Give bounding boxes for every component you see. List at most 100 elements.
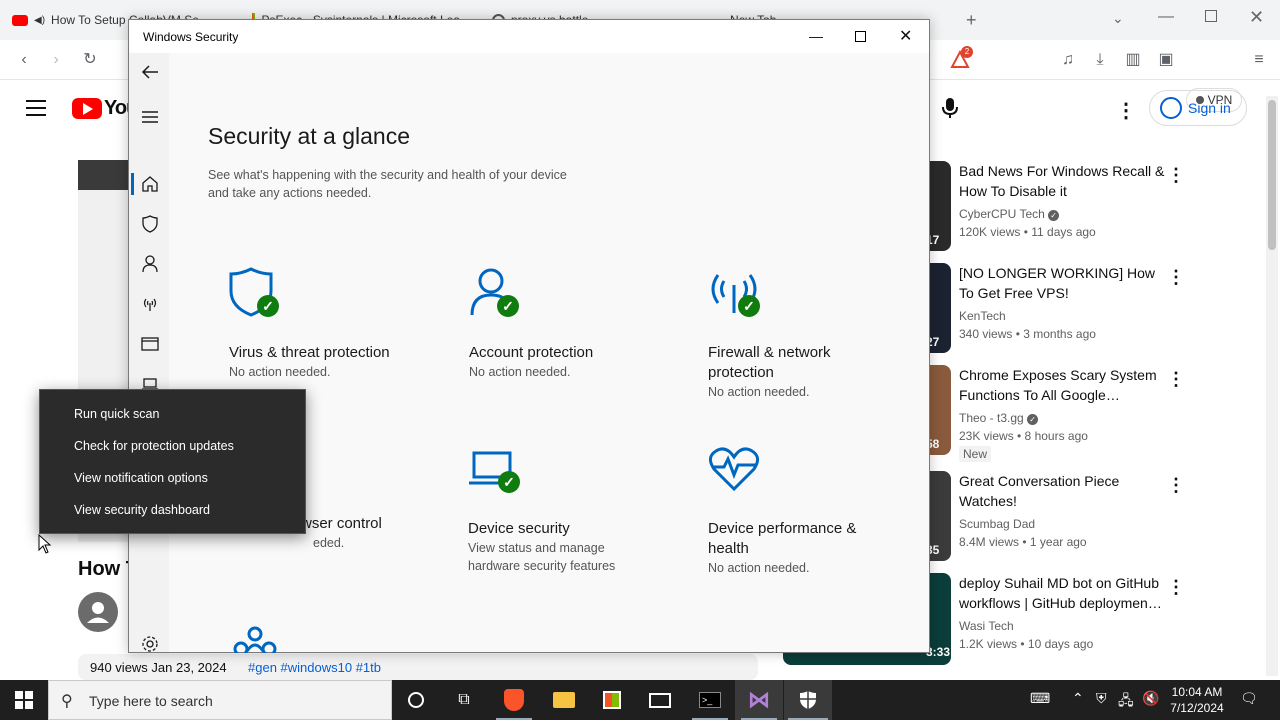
- microsoft-store-taskbar-button[interactable]: [588, 680, 636, 720]
- verified-icon: ✓: [1027, 414, 1039, 425]
- firewall-network-protection-tile[interactable]: ✓ Firewall & network protection No actio…: [708, 267, 938, 401]
- clock[interactable]: 10:04 AM 7/12/2024: [1166, 684, 1228, 716]
- security-tray-icon[interactable]: ⛨: [1096, 690, 1107, 707]
- menu-item-notification-options[interactable]: View notification options: [74, 471, 208, 485]
- network-icon[interactable]: 🖧: [1118, 690, 1134, 714]
- sign-in-label: Sign in: [1188, 100, 1231, 116]
- more-actions-icon[interactable]: ⋮: [1167, 475, 1185, 496]
- channel-name[interactable]: CyberCPU Tech ✓: [959, 207, 1060, 221]
- show-hidden-icons-chevron-icon[interactable]: ⌃: [1072, 690, 1084, 707]
- video-tags[interactable]: #gen #windows10 #1tb: [248, 660, 381, 675]
- tile-title: Virus & threat protection: [229, 344, 390, 361]
- terminal-taskbar-button[interactable]: >_: [686, 680, 734, 720]
- verified-icon: ✓: [1048, 210, 1060, 221]
- menu-item-security-dashboard[interactable]: View security dashboard: [74, 503, 210, 517]
- video-meta: 23K views • 8 hours ago: [959, 429, 1088, 443]
- wireless-antenna-icon[interactable]: [139, 293, 161, 315]
- back-arrow-icon[interactable]: [139, 61, 161, 83]
- more-actions-icon[interactable]: ⋮: [1167, 577, 1185, 598]
- more-actions-icon[interactable]: ⋮: [1167, 369, 1185, 390]
- youtube-settings-more-icon[interactable]: ⋮: [1116, 98, 1136, 123]
- channel-avatar[interactable]: [78, 592, 118, 632]
- keyboard-icon[interactable]: ⌨: [1030, 690, 1050, 707]
- maximize-button[interactable]: [855, 31, 866, 42]
- menu-item-run-quick-scan[interactable]: Run quick scan: [74, 407, 159, 421]
- tab-search-chevron-icon[interactable]: ⌄: [1112, 10, 1124, 27]
- brave-browser-taskbar-button[interactable]: [490, 680, 538, 720]
- channel-name[interactable]: Scumbag Dad: [959, 517, 1035, 531]
- file-explorer-taskbar-button[interactable]: [540, 680, 588, 720]
- mail-taskbar-button[interactable]: [636, 680, 684, 720]
- sidebar-toggle-icon[interactable]: ▥: [1123, 50, 1143, 70]
- video-title[interactable]: [NO LONGER WORKING] How To Get Free VPS!: [959, 263, 1169, 303]
- security-nav-sidebar: [129, 53, 169, 652]
- channel-name[interactable]: Wasi Tech: [959, 619, 1014, 633]
- cortana-button[interactable]: [392, 680, 440, 720]
- youtube-logo-icon[interactable]: [72, 98, 102, 119]
- channel-name[interactable]: KenTech: [959, 309, 1006, 323]
- back-icon[interactable]: ‹: [14, 50, 34, 70]
- page-scrollbar[interactable]: [1266, 96, 1278, 676]
- video-description-box[interactable]: 940 views Jan 23, 2024 #gen #windows10 #…: [78, 654, 758, 680]
- scrollbar-thumb[interactable]: [1268, 100, 1276, 250]
- menu-item-check-updates[interactable]: Check for protection updates: [74, 439, 234, 453]
- channel-name[interactable]: Theo - t3.gg ✓: [959, 411, 1039, 425]
- forward-icon[interactable]: ›: [46, 50, 66, 70]
- reload-icon[interactable]: ↻: [80, 50, 100, 70]
- volume-muted-icon[interactable]: 🔇: [1142, 690, 1159, 707]
- visual-studio-taskbar-button[interactable]: ⋈: [735, 680, 783, 720]
- tile-title: Device performance &: [708, 520, 857, 537]
- video-title[interactable]: deploy Suhail MD bot on GitHub workflows…: [959, 573, 1169, 613]
- account-protection-tile[interactable]: ✓ Account protection No action needed.: [469, 267, 699, 381]
- task-view-button[interactable]: ⧉: [440, 680, 488, 720]
- tile-title: Account protection: [469, 344, 594, 361]
- download-icon[interactable]: ⤓: [1090, 50, 1110, 70]
- speaker-icon[interactable]: ◀): [34, 15, 45, 26]
- notifications-icon[interactable]: 🗨: [1240, 690, 1258, 707]
- close-browser-button[interactable]: ✕: [1249, 7, 1264, 28]
- music-note-icon[interactable]: ♫: [1058, 50, 1078, 70]
- device-security-tile[interactable]: ✓ Device security View status and manage…: [468, 443, 698, 575]
- start-button[interactable]: [0, 680, 48, 720]
- video-meta: 120K views • 11 days ago: [959, 225, 1096, 239]
- restore-browser-button[interactable]: [1205, 10, 1217, 22]
- device-performance-health-tile[interactable]: Device performance & health No action ne…: [708, 443, 938, 577]
- new-tab-button[interactable]: +: [966, 10, 977, 31]
- tile-status: No action needed.: [469, 365, 571, 379]
- settings-gear-icon[interactable]: [139, 633, 161, 655]
- tile-status: View status and manage: [468, 541, 605, 555]
- video-title[interactable]: Great Conversation Piece Watches!: [959, 471, 1169, 511]
- video-title[interactable]: Chrome Exposes Scary System Functions To…: [959, 365, 1169, 405]
- channel-label: CyberCPU Tech: [959, 207, 1045, 221]
- person-icon[interactable]: [139, 253, 161, 275]
- home-icon[interactable]: [139, 173, 161, 195]
- taskbar-search-box[interactable]: ⚲ Type here to search: [48, 680, 392, 720]
- wallet-icon[interactable]: ▣: [1156, 50, 1176, 70]
- video-meta: 8.4M views • 1 year ago: [959, 535, 1087, 549]
- virus-threat-protection-tile[interactable]: ✓ Virus & threat protection No action ne…: [229, 267, 459, 381]
- windows-security-taskbar-button[interactable]: [784, 680, 832, 720]
- hamburger-menu-icon[interactable]: [139, 106, 161, 128]
- minimize-button[interactable]: —: [809, 28, 823, 44]
- device-laptop-icon: ✓: [468, 443, 528, 499]
- close-button[interactable]: ✕: [899, 26, 912, 46]
- tile-title: Firewall & network: [708, 344, 831, 361]
- minimize-browser-button[interactable]: —: [1158, 8, 1174, 26]
- hamburger-menu-icon[interactable]: [26, 100, 46, 116]
- family-options-icon[interactable]: [229, 625, 281, 653]
- video-meta: 940 views Jan 23, 2024: [90, 660, 227, 675]
- sign-in-button[interactable]: Sign in: [1149, 90, 1247, 126]
- cortana-circle-icon: [408, 692, 424, 708]
- video-title[interactable]: Bad News For Windows Recall & How To Dis…: [959, 161, 1169, 201]
- microphone-icon[interactable]: [940, 96, 960, 120]
- app-browser-icon[interactable]: [139, 333, 161, 355]
- browser-menu-icon[interactable]: ≡: [1249, 50, 1269, 70]
- status-ok-icon: ✓: [498, 471, 520, 493]
- brave-rewards-icon[interactable]: 2: [950, 46, 973, 70]
- more-actions-icon[interactable]: ⋮: [1167, 165, 1185, 186]
- status-ok-icon: ✓: [738, 295, 760, 317]
- more-actions-icon[interactable]: ⋮: [1167, 267, 1185, 288]
- shield-icon[interactable]: [139, 213, 161, 235]
- clock-date: 7/12/2024: [1170, 701, 1224, 715]
- window-title-bar[interactable]: Windows Security — ✕: [129, 20, 929, 53]
